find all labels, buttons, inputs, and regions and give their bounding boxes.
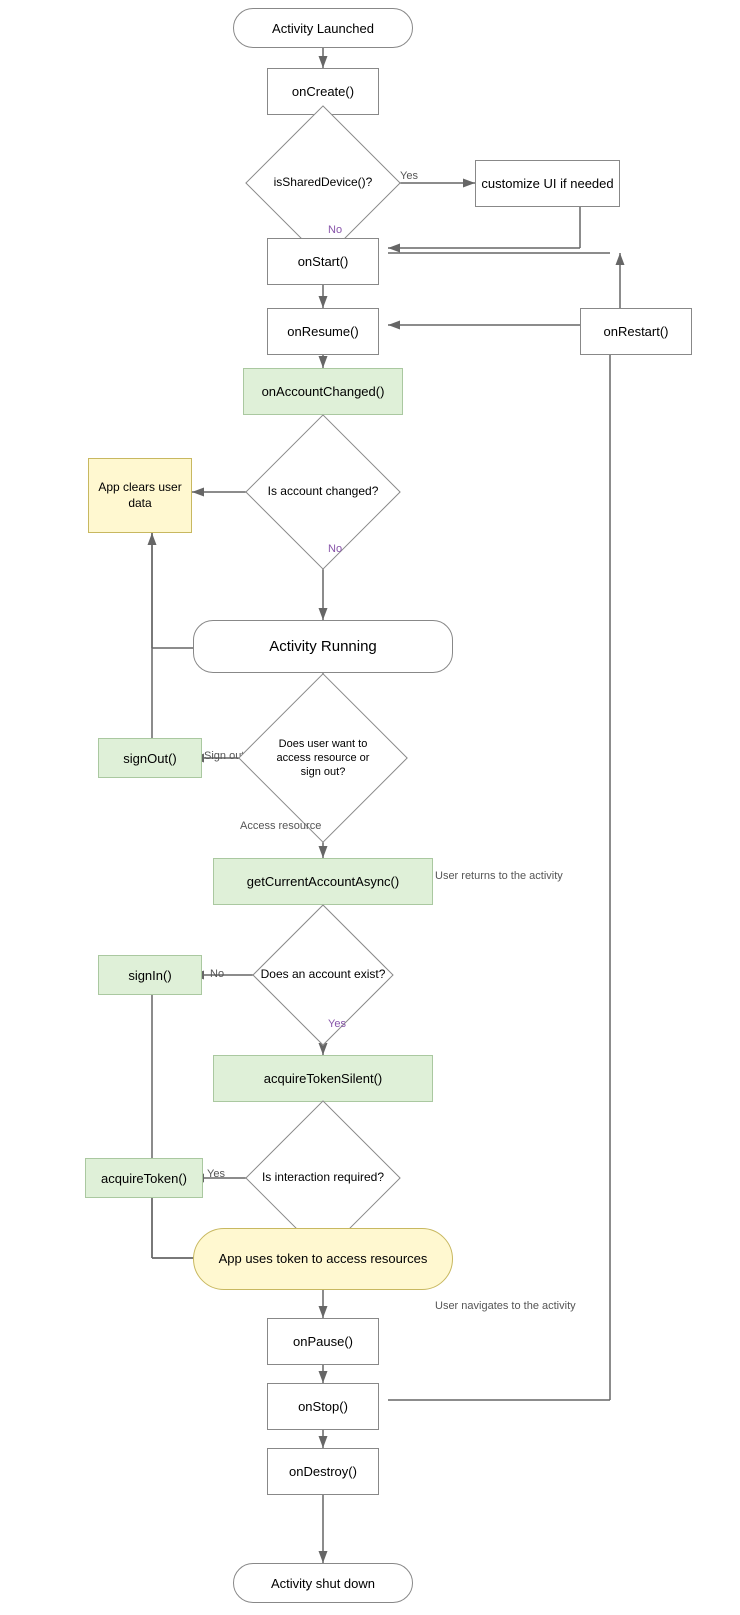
app-clears-user-data-node: App clears user data bbox=[88, 458, 192, 533]
is-shared-device-label: isSharedDevice()? bbox=[274, 175, 373, 191]
activity-shut-down-label: Activity shut down bbox=[271, 1576, 375, 1591]
on-pause-node: onPause() bbox=[267, 1318, 379, 1365]
does-account-exist-diamond: Does an account exist? bbox=[213, 928, 433, 1021]
does-user-want-diamond: Does user want to access resource or sig… bbox=[193, 703, 453, 813]
user-returns-label: User returns to the activity bbox=[435, 870, 563, 882]
get-current-account-label: getCurrentAccountAsync() bbox=[247, 874, 399, 889]
activity-launched-label: Activity Launched bbox=[272, 21, 374, 36]
on-account-changed-node: onAccountChanged() bbox=[243, 368, 403, 415]
activity-shut-down-node: Activity shut down bbox=[233, 1563, 413, 1603]
yes-label-interaction: Yes bbox=[207, 1168, 225, 1180]
customize-ui-node: customize UI if needed bbox=[475, 160, 620, 207]
on-stop-label: onStop() bbox=[298, 1399, 348, 1414]
on-create-label: onCreate() bbox=[292, 84, 354, 99]
activity-running-label: Activity Running bbox=[269, 638, 377, 655]
on-destroy-node: onDestroy() bbox=[267, 1448, 379, 1495]
acquire-token-label: acquireToken() bbox=[101, 1171, 187, 1186]
app-uses-token-node: App uses token to access resources bbox=[193, 1228, 453, 1290]
no-label-account-exist: No bbox=[210, 968, 224, 980]
access-resource-label: Access resource bbox=[240, 820, 321, 832]
on-destroy-label: onDestroy() bbox=[289, 1464, 357, 1479]
does-account-exist-label: Does an account exist? bbox=[261, 967, 386, 983]
sign-out-node: signOut() bbox=[98, 738, 202, 778]
does-user-want-label: Does user want to access resource or sig… bbox=[268, 737, 378, 780]
sign-out-label: signOut() bbox=[123, 751, 176, 766]
on-start-label: onStart() bbox=[298, 254, 349, 269]
on-pause-label: onPause() bbox=[293, 1334, 353, 1349]
is-interaction-required-diamond: Is interaction required? bbox=[213, 1123, 433, 1233]
no-label-account: No bbox=[328, 543, 342, 555]
acquire-token-silent-node: acquireTokenSilent() bbox=[213, 1055, 433, 1102]
is-account-changed-label: Is account changed? bbox=[268, 484, 379, 500]
customize-ui-label: customize UI if needed bbox=[481, 176, 613, 191]
flowchart-diagram: Activity Launched onCreate() isSharedDev… bbox=[0, 0, 740, 1615]
is-shared-device-diamond: isSharedDevice()? bbox=[213, 138, 433, 228]
user-navigates-label: User navigates to the activity bbox=[435, 1300, 576, 1312]
app-clears-label: App clears user data bbox=[89, 480, 191, 511]
acquire-token-node: acquireToken() bbox=[85, 1158, 203, 1198]
on-stop-node: onStop() bbox=[267, 1383, 379, 1430]
sign-in-label: signIn() bbox=[128, 968, 171, 983]
on-account-changed-label: onAccountChanged() bbox=[262, 384, 385, 399]
get-current-account-node: getCurrentAccountAsync() bbox=[213, 858, 433, 905]
no-label-shared-device: No bbox=[328, 224, 342, 236]
yes-label-account-exist: Yes bbox=[328, 1018, 346, 1030]
on-resume-label: onResume() bbox=[287, 324, 359, 339]
on-start-node: onStart() bbox=[267, 238, 379, 285]
acquire-token-silent-label: acquireTokenSilent() bbox=[264, 1071, 383, 1086]
is-account-changed-diamond: Is account changed? bbox=[213, 435, 433, 548]
yes-label-shared-device: Yes bbox=[400, 170, 418, 182]
on-restart-label: onRestart() bbox=[603, 324, 668, 339]
app-uses-token-label: App uses token to access resources bbox=[219, 1251, 428, 1268]
activity-running-node: Activity Running bbox=[193, 620, 453, 673]
on-restart-node: onRestart() bbox=[580, 308, 692, 355]
is-interaction-required-label: Is interaction required? bbox=[262, 1170, 384, 1186]
sign-in-node: signIn() bbox=[98, 955, 202, 995]
on-resume-node: onResume() bbox=[267, 308, 379, 355]
activity-launched-node: Activity Launched bbox=[233, 8, 413, 48]
